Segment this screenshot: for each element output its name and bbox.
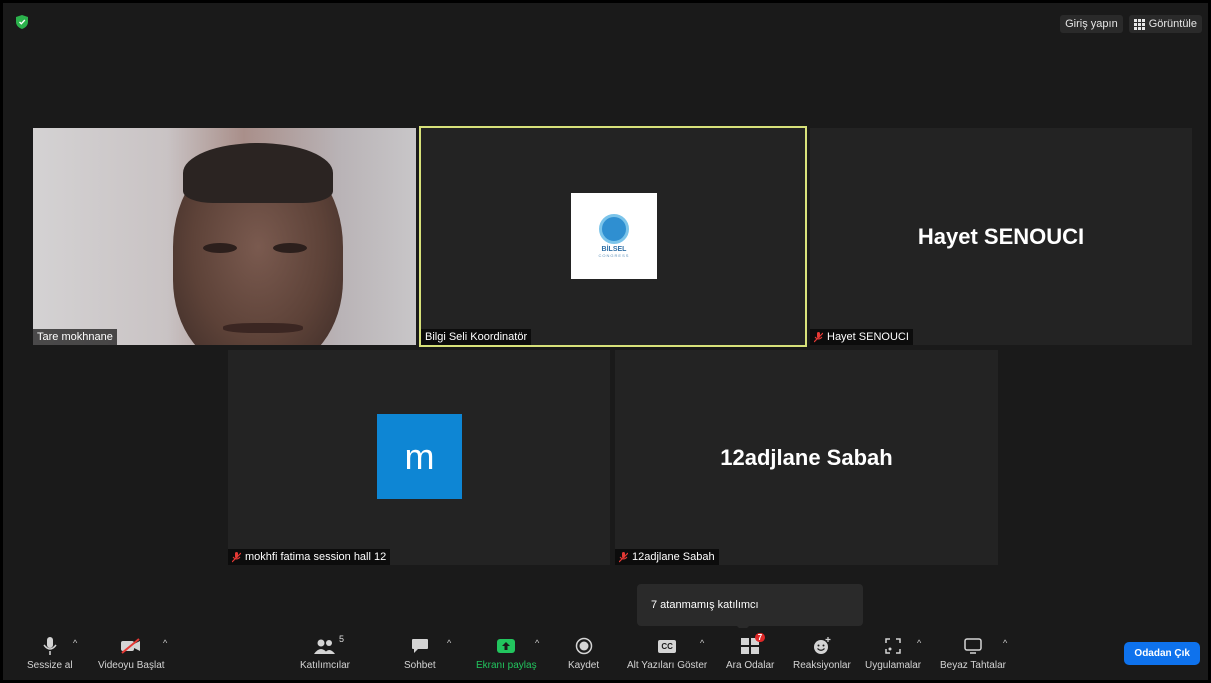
- start-video-button[interactable]: Videoyu Başlat: [98, 636, 165, 671]
- breakout-tooltip: 7 atanmamış katılımcı: [637, 584, 863, 632]
- participant-video-face: [173, 143, 343, 345]
- microphone-icon: [43, 637, 57, 655]
- reactions-smiley-icon: [813, 637, 831, 654]
- video-tile-tare[interactable]: Tare mokhnane: [33, 128, 416, 345]
- leave-room-label: Odadan Çık: [1134, 648, 1190, 659]
- participant-display-name: 12adjlane Sabah: [720, 444, 893, 470]
- chat-options-caret-icon[interactable]: ^: [447, 638, 451, 648]
- captions-button[interactable]: CC Alt Yazıları Göster: [627, 636, 707, 671]
- reactions-button[interactable]: Reaksiyonlar: [793, 636, 851, 671]
- mute-label: Sessize al: [27, 660, 73, 671]
- participant-name: mokhfi fatima session hall 12: [245, 551, 387, 563]
- participants-button[interactable]: 5 Katılımcılar: [300, 634, 351, 671]
- grid-view-icon: [1133, 18, 1145, 30]
- participant-display-name: Hayet SENOUCI: [917, 223, 1085, 249]
- mute-button[interactable]: Sessize al: [27, 636, 73, 671]
- record-label: Kaydet: [568, 660, 600, 671]
- video-tile-mokhfi[interactable]: m mokhfi fatima session hall 12: [228, 350, 610, 565]
- share-screen-label: Ekranı paylaş: [476, 660, 537, 671]
- participant-avatar: m: [377, 414, 462, 499]
- participants-icon: [314, 639, 335, 654]
- video-off-icon: [121, 638, 141, 654]
- mute-options-caret-icon[interactable]: ^: [73, 638, 77, 648]
- record-button[interactable]: Kaydet: [568, 636, 599, 671]
- sign-in-label: Giriş yapın: [1065, 18, 1118, 30]
- view-label: Görüntüle: [1148, 18, 1197, 30]
- participants-count: 5: [338, 634, 344, 644]
- chat-label: Sohbet: [404, 660, 436, 671]
- security-shield-icon[interactable]: [16, 15, 28, 29]
- whiteboards-label: Beyaz Tahtalar: [940, 660, 1006, 671]
- video-tile-bilgi-active-speaker[interactable]: BİLSEL CONGRESS Bilgi Seli Koordinatör: [419, 126, 807, 347]
- whiteboards-options-caret-icon[interactable]: ^: [1003, 638, 1007, 648]
- chat-bubble-icon: [411, 639, 428, 653]
- top-right-controls: Giriş yapın Görüntüle: [1060, 15, 1202, 33]
- participants-label: Katılımcılar: [300, 660, 351, 671]
- closed-captions-icon: CC: [658, 639, 676, 653]
- video-tile-hayet[interactable]: Hayet SENOUCI Hayet SENOUCI: [810, 128, 1192, 345]
- participant-name-tag: 12adjlane Sabah: [615, 549, 719, 565]
- captions-options-caret-icon[interactable]: ^: [700, 638, 704, 648]
- participant-name-tag: Bilgi Seli Koordinatör: [421, 329, 532, 345]
- video-tile-sabah[interactable]: 12adjlane Sabah 12adjlane Sabah: [615, 350, 998, 565]
- tooltip-text: 7 atanmamış katılımcı: [651, 599, 759, 611]
- share-screen-icon: [497, 639, 516, 653]
- captions-label: Alt Yazıları Göster: [627, 660, 708, 671]
- participant-name-tag: Tare mokhnane: [33, 329, 117, 345]
- breakout-rooms-button[interactable]: 7 Ara Odalar: [726, 633, 775, 671]
- breakout-badge: 7: [754, 633, 766, 642]
- view-button[interactable]: Görüntüle: [1128, 15, 1202, 33]
- leave-room-button[interactable]: Odadan Çık: [1124, 642, 1200, 665]
- apps-button[interactable]: Uygulamalar: [865, 636, 921, 671]
- whiteboard-icon: [964, 638, 982, 654]
- video-options-caret-icon[interactable]: ^: [163, 638, 167, 648]
- start-video-label: Videoyu Başlat: [98, 660, 165, 671]
- meeting-toolbar: Sessize al ^ Videoyu Başlat ^ 5 Katılımc…: [3, 628, 1208, 680]
- record-icon: [575, 637, 592, 655]
- share-options-caret-icon[interactable]: ^: [535, 638, 539, 648]
- logo-subtext: CONGRESS: [598, 253, 630, 258]
- share-screen-button[interactable]: Ekranı paylaş: [476, 636, 537, 671]
- mic-muted-icon: [619, 551, 628, 562]
- participant-name-tag: mokhfi fatima session hall 12: [228, 549, 391, 565]
- bilsel-logo-emblem-icon: [599, 214, 629, 244]
- avatar-letter: m: [404, 435, 435, 477]
- chat-button[interactable]: Sohbet: [404, 636, 436, 671]
- participant-name: 12adjlane Sabah: [632, 551, 715, 563]
- whiteboards-button[interactable]: Beyaz Tahtalar: [940, 636, 1006, 671]
- participant-name-tag: Hayet SENOUCI: [810, 329, 913, 345]
- breakout-rooms-label: Ara Odalar: [726, 660, 775, 671]
- apps-icon: [885, 638, 901, 654]
- meeting-window: Giriş yapın Görüntüle Tare mokhnane BİLS…: [0, 0, 1211, 683]
- participant-name: Tare mokhnane: [37, 331, 113, 343]
- sign-in-button[interactable]: Giriş yapın: [1060, 15, 1123, 33]
- apps-options-caret-icon[interactable]: ^: [917, 638, 921, 648]
- participant-name: Hayet SENOUCI: [827, 331, 909, 343]
- logo-text: BİLSEL: [601, 246, 627, 253]
- mic-muted-icon: [814, 331, 823, 342]
- participant-name: Bilgi Seli Koordinatör: [425, 331, 528, 343]
- mic-muted-icon: [232, 551, 241, 562]
- bilsel-logo: BİLSEL CONGRESS: [571, 193, 657, 279]
- apps-label: Uygulamalar: [865, 660, 922, 671]
- reactions-label: Reaksiyonlar: [793, 660, 851, 671]
